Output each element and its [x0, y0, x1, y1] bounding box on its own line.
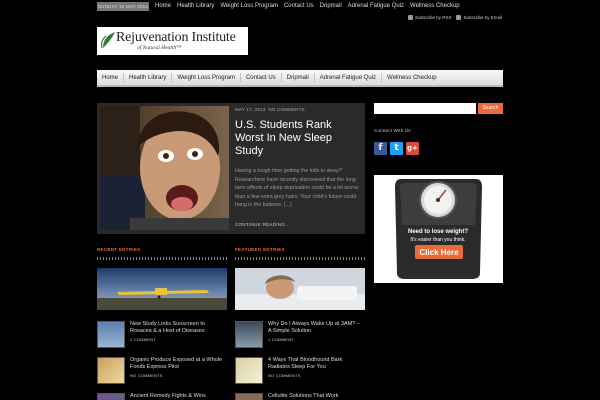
- rss-icon: [407, 15, 413, 20]
- post-title[interactable]: Organic Produce Exposed at a Whole Foods…: [130, 357, 225, 371]
- post-thumbnail: [235, 357, 263, 384]
- post-thumbnail: [97, 393, 125, 400]
- continue-reading-link[interactable]: CONTINUE READING...: [235, 222, 361, 227]
- top-nav-health-library[interactable]: Health Library: [177, 2, 214, 11]
- post-comments: 1 COMMENT: [130, 337, 156, 342]
- top-nav-weight-loss[interactable]: Weight Loss Program: [220, 2, 278, 11]
- post-thumbnail: [97, 357, 125, 384]
- featured-meta: MAY 17, 2013 NO COMMENTS: [235, 107, 305, 112]
- nav-dripmail[interactable]: Dripmail: [282, 70, 314, 85]
- main-nav: Home Health Library Weight Loss Program …: [97, 70, 503, 87]
- top-nav-home[interactable]: Home: [155, 2, 171, 11]
- connect-heading: Connect With Us: [374, 128, 411, 133]
- nav-health-library[interactable]: Health Library: [124, 70, 171, 85]
- social-links: f t g+: [374, 142, 419, 155]
- featured-entries-image[interactable]: [235, 268, 365, 310]
- top-bar: SUNDAY 15 MAY 2016 Home Health Library W…: [0, 0, 600, 13]
- list-item[interactable]: Why Do I Always Wake Up at 3AM? – A Simp…: [235, 321, 363, 348]
- logo-title: Rejuvenation Institute: [116, 30, 236, 45]
- rss-icon: [456, 15, 462, 20]
- search-form: Search: [374, 103, 503, 114]
- leaf-logo-icon: [101, 32, 115, 49]
- post-title[interactable]: Cellulite Solutions That Work: [268, 393, 363, 400]
- top-nav: Home Health Library Weight Loss Program …: [155, 2, 460, 11]
- post-thumbnail: [235, 321, 263, 348]
- nav-contact[interactable]: Contact Us: [241, 70, 281, 85]
- list-item[interactable]: 4 Ways That Bloodhound Bark Radiates Sle…: [235, 357, 363, 384]
- feed-links: Subscribe by RSS Subscribe by Email: [407, 15, 502, 20]
- list-item[interactable]: Organic Produce Exposed at a Whole Foods…: [97, 357, 225, 384]
- post-title[interactable]: 4 Ways That Bloodhound Bark Radiates Sle…: [268, 357, 363, 371]
- recent-entries-heading: RECENT ENTRIES: [97, 247, 141, 252]
- post-comments: NO COMMENTS: [130, 373, 163, 378]
- featured-post: MAY 17, 2013 NO COMMENTS U.S. Students R…: [97, 103, 365, 234]
- featured-entries-heading: FEATURED ENTRIES: [235, 247, 285, 252]
- top-nav-wellness[interactable]: Wellness Checkup: [410, 2, 460, 11]
- featured-text: MAY 17, 2013 NO COMMENTS U.S. Students R…: [235, 107, 361, 227]
- list-item[interactable]: New Study Links Sunscreen to Rosacea & a…: [97, 321, 225, 348]
- email-feed-link[interactable]: Subscribe by Email: [456, 15, 502, 20]
- post-thumbnail: [235, 393, 263, 400]
- post-comments: NO COMMENTS: [268, 373, 301, 378]
- top-nav-contact[interactable]: Contact Us: [284, 2, 314, 11]
- weight-loss-ad[interactable]: Need to lose weight? It's easier than yo…: [374, 175, 503, 283]
- post-thumbnail: [97, 321, 125, 348]
- top-nav-adrenal-quiz[interactable]: Adrenal Fatigue Quiz: [348, 2, 404, 11]
- list-item[interactable]: Ancient Remedy Fights & Wins: [97, 393, 225, 400]
- featured-excerpt: Having a tough time getting the kids to …: [235, 168, 359, 208]
- list-item[interactable]: Cellulite Solutions That Work: [235, 393, 363, 400]
- scale-icon: Need to lose weight? It's easier than yo…: [395, 179, 482, 279]
- nav-wellness[interactable]: Wellness Checkup: [382, 70, 442, 85]
- ad-headline: Need to lose weight?: [408, 229, 468, 235]
- post-comments: 1 COMMENT: [268, 337, 294, 342]
- nav-weight-loss[interactable]: Weight Loss Program: [172, 70, 240, 85]
- search-button[interactable]: Search: [478, 103, 503, 114]
- featured-image[interactable]: [100, 106, 229, 230]
- section-divider: [97, 257, 227, 260]
- click-here-label: Click Here: [419, 248, 459, 257]
- twitter-icon[interactable]: t: [390, 142, 403, 155]
- section-divider: [235, 257, 365, 260]
- facebook-icon[interactable]: f: [374, 142, 387, 155]
- recent-featured-image[interactable]: [97, 268, 227, 310]
- post-title[interactable]: Ancient Remedy Fights & Wins: [130, 393, 225, 400]
- site-logo[interactable]: Rejuvenation Institute of Natural Health…: [97, 27, 248, 55]
- ad-subline: It's easier than you think.: [410, 237, 465, 243]
- search-input[interactable]: [374, 103, 476, 114]
- post-title[interactable]: New Study Links Sunscreen to Rosacea & a…: [130, 321, 225, 335]
- nav-adrenal-quiz[interactable]: Adrenal Fatigue Quiz: [315, 70, 381, 85]
- logo-subtitle: of Natural Health™: [137, 45, 182, 51]
- top-nav-dripmail[interactable]: Dripmail: [320, 2, 342, 11]
- google-plus-icon[interactable]: g+: [406, 142, 419, 155]
- date-badge: SUNDAY 15 MAY 2016: [97, 2, 149, 11]
- rss-feed-link[interactable]: Subscribe by RSS: [407, 15, 451, 20]
- nav-home[interactable]: Home: [97, 70, 123, 85]
- featured-title[interactable]: U.S. Students Rank Worst In New Sleep St…: [235, 119, 361, 158]
- post-title[interactable]: Why Do I Always Wake Up at 3AM? – A Simp…: [268, 321, 363, 335]
